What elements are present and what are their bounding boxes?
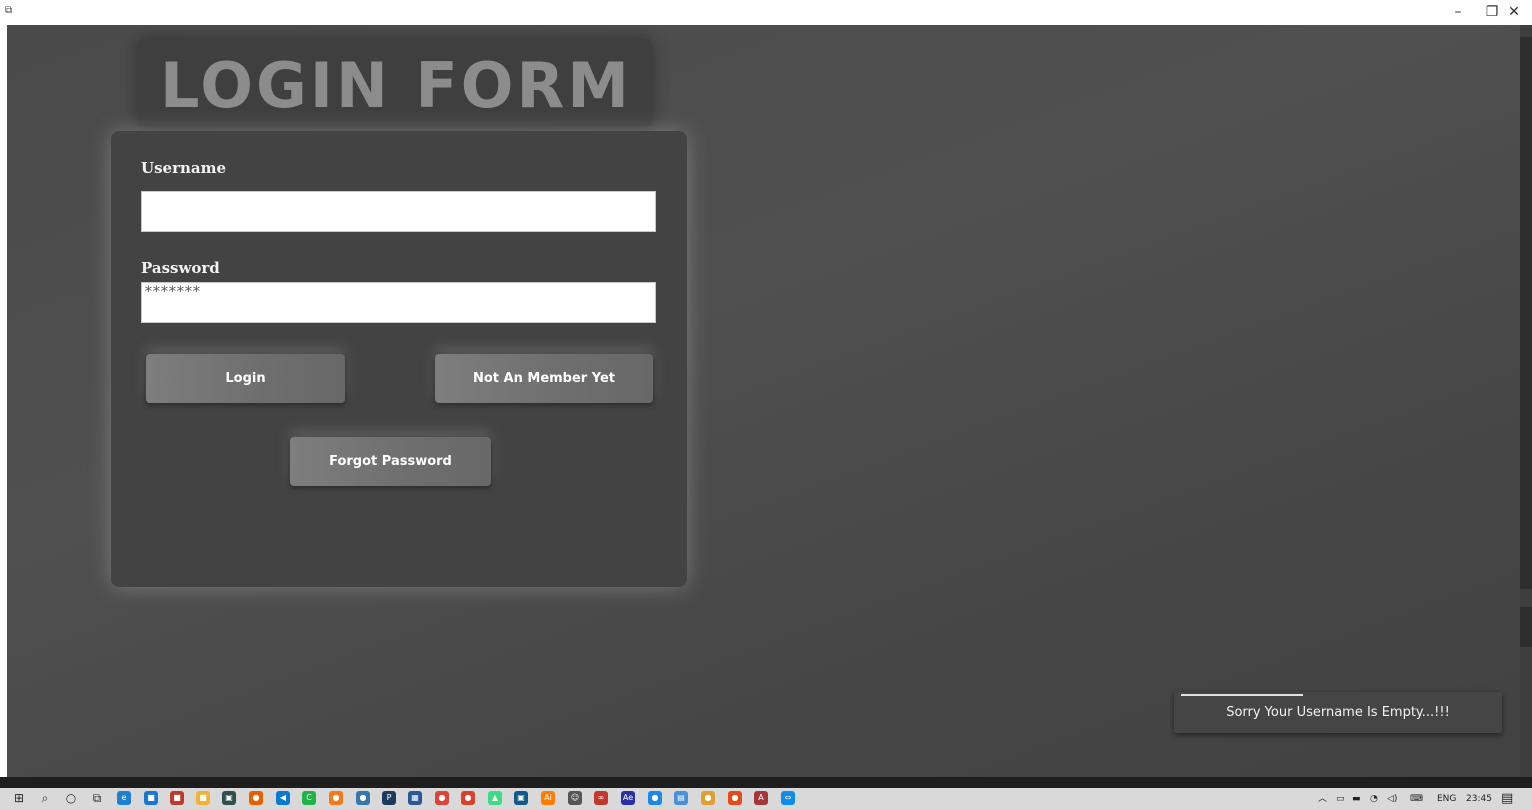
toast-message: Sorry Your Username Is Empty...!!! [1226,705,1450,720]
media-player-icon[interactable]: ● [461,791,475,805]
github-icon[interactable]: ☺ [568,791,582,805]
python-icon[interactable]: ● [356,791,370,805]
sublime-icon[interactable]: ▦ [408,791,422,805]
language-indicator[interactable]: ENG [1437,788,1456,810]
title-panel: LOGIN FORM [138,39,652,127]
error-toast: Sorry Your Username Is Empty...!!! [1174,692,1502,733]
cortana-icon[interactable]: ○ [64,791,78,805]
page-title: LOGIN FORM [160,49,632,122]
window-titlebar: ⧉ – ❐ ✕ [0,0,1532,25]
app-window-icon[interactable]: ▣ [514,791,528,805]
task-view-icon[interactable]: ⧉ [90,791,104,805]
clion-icon[interactable]: C [302,791,316,805]
clock[interactable]: 23:45 [1466,788,1492,810]
terminal-icon[interactable]: ▣ [222,791,236,805]
vscode-icon[interactable]: ◀ [276,791,290,805]
notepad-icon[interactable]: ▤ [674,791,688,805]
access-icon[interactable]: A [754,791,768,805]
start-icon[interactable]: ⊞ [12,791,26,805]
close-button[interactable]: ✕ [1497,0,1531,25]
search-icon[interactable]: ⌕ [38,791,52,805]
circle-app-icon[interactable]: ● [648,791,662,805]
login-form-card: Username Password ******* Login Not An M… [111,131,687,587]
store-icon[interactable]: ■ [144,791,158,805]
after-effects-icon[interactable]: Ae [621,791,635,805]
username-label: Username [141,159,227,177]
brave-icon[interactable]: ● [329,791,343,805]
login-button[interactable]: Login [146,354,345,403]
password-field[interactable]: ******* [141,282,656,323]
pycharm-icon[interactable]: P [382,791,396,805]
minimize-button[interactable]: – [1441,0,1475,25]
forgot-password-button[interactable]: Forgot Password [290,437,491,486]
file-explorer-icon[interactable]: ■ [196,791,210,805]
edge-strip-upper [1520,37,1532,589]
tray-chevron-icon[interactable]: ︿ [1318,788,1327,810]
teamviewer-icon[interactable]: ⇔ [781,791,795,805]
taskbar: ⊞ ⌕ ○ ⧉ e ■ ■ ■ ▣ ● ◀ C ● ● P ▦ ● ● ▲ ▣ Ai ☺ ∞ Ae ● ▤ ● ● A ⇔ ︿ ▭ ▬ ◔… [0,788,1532,810]
link-app-icon[interactable]: ∞ [594,791,608,805]
tray-meet-icon[interactable]: ▭ [1336,788,1345,810]
notification-icon[interactable]: ▤ [1501,788,1513,810]
username-field[interactable] [141,191,656,232]
window-right-edge [1520,25,1532,777]
signup-button[interactable]: Not An Member Yet [435,354,653,403]
android-studio-icon[interactable]: ▲ [488,791,502,805]
ball-app-icon[interactable]: ● [701,791,715,805]
volume-icon[interactable]: ◁) [1387,788,1397,810]
color-app-icon[interactable]: ● [728,791,742,805]
password-label: Password [141,259,220,277]
app-window-icon: ⧉ [5,5,13,16]
app-background: LOGIN FORM Username Password ******* Log… [7,25,1520,777]
chrome-icon[interactable]: ● [435,791,449,805]
edge-strip-lower [1520,607,1532,647]
wifi-icon[interactable]: ◔ [1370,788,1378,810]
edge-icon[interactable]: e [117,791,131,805]
desktop-strip [0,777,1532,788]
active-app-icon[interactable]: ■ [170,791,184,805]
illustrator-icon[interactable]: Ai [541,791,555,805]
battery-icon[interactable]: ▬ [1352,788,1361,810]
firefox-icon[interactable]: ● [249,791,263,805]
keyboard-icon[interactable]: ⌨ [1410,788,1423,810]
